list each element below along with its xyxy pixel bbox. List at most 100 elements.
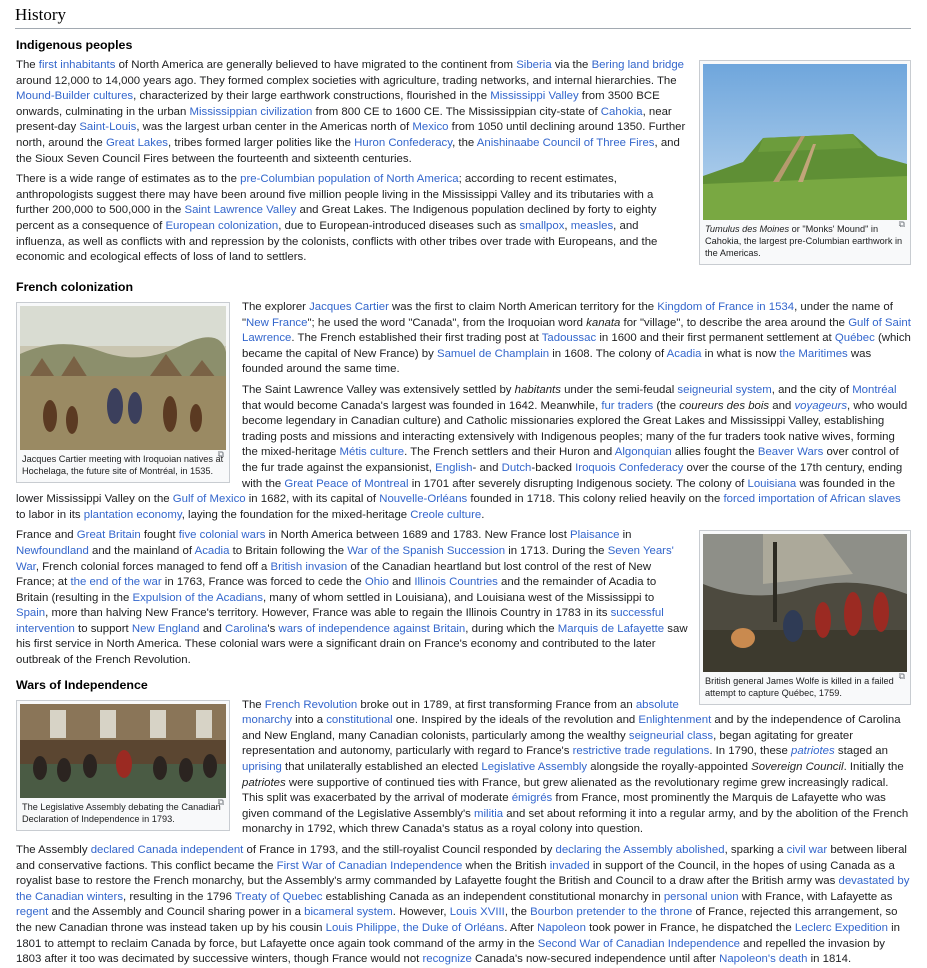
article-link[interactable]: Samuel de Champlain bbox=[437, 348, 549, 360]
article-link[interactable]: Gulf of Mexico bbox=[173, 493, 246, 505]
article-link[interactable]: declaring the Assembly abolished bbox=[556, 844, 725, 856]
article-link[interactable]: Siberia bbox=[516, 59, 551, 71]
article-link[interactable]: Marquis de Lafayette bbox=[558, 623, 664, 635]
article-link[interactable]: fur traders bbox=[601, 400, 653, 412]
article-link[interactable]: invaded bbox=[550, 860, 590, 872]
article-link[interactable]: regent bbox=[16, 906, 48, 918]
article-link[interactable]: Louisiana bbox=[748, 478, 797, 490]
article-link[interactable]: Saint Lawrence Valley bbox=[184, 204, 296, 216]
article-link[interactable]: Kingdom of France in 1534 bbox=[657, 301, 794, 313]
article-link[interactable]: Bourbon pretender to the throne bbox=[530, 906, 692, 918]
enlarge-icon[interactable]: ⧉ bbox=[218, 448, 224, 460]
article-link[interactable]: first inhabitants bbox=[39, 59, 116, 71]
article-link[interactable]: Métis culture bbox=[340, 446, 405, 458]
article-link[interactable]: seigneurial system bbox=[677, 384, 771, 396]
article-link[interactable]: restrictive trade regulations bbox=[573, 745, 710, 757]
article-link[interactable]: uprising bbox=[242, 761, 282, 773]
article-link[interactable]: bicameral system bbox=[304, 906, 393, 918]
article-link[interactable]: Leclerc Expedition bbox=[795, 922, 888, 934]
article-link[interactable]: Tadoussac bbox=[542, 332, 596, 344]
article-link[interactable]: émigrés bbox=[512, 792, 553, 804]
text-run: fought bbox=[140, 529, 179, 542]
article-link[interactable]: Newfoundland bbox=[16, 545, 89, 557]
article-link[interactable]: forced importation of African slaves bbox=[723, 493, 900, 505]
article-link[interactable]: wars of independence against Britain bbox=[278, 623, 465, 635]
article-link[interactable]: pre-Columbian population of North Americ… bbox=[240, 173, 458, 185]
article-link[interactable]: Louis Philippe, the Duke of Orléans bbox=[326, 922, 505, 934]
article-link[interactable]: Dutch bbox=[502, 462, 532, 474]
article-link[interactable]: Iroquois Confederacy bbox=[575, 462, 683, 474]
article-link[interactable]: Great Britain bbox=[77, 529, 141, 541]
monks-mound-image[interactable] bbox=[703, 64, 907, 220]
article-link[interactable]: smallpox bbox=[519, 220, 564, 232]
article-link[interactable]: New England bbox=[132, 623, 200, 635]
article-link[interactable]: Treaty of Quebec bbox=[235, 891, 323, 903]
article-link[interactable]: Beaver Wars bbox=[758, 446, 823, 458]
article-link[interactable]: First War of Canadian Independence bbox=[277, 860, 463, 872]
article-link[interactable]: Acadia bbox=[195, 545, 230, 557]
article-link[interactable]: measles bbox=[571, 220, 613, 232]
article-link[interactable]: English bbox=[435, 462, 472, 474]
article-link[interactable]: New France bbox=[246, 317, 307, 329]
article-link[interactable]: plantation economy bbox=[84, 509, 182, 521]
article-link[interactable]: British invasion bbox=[271, 561, 348, 573]
text-run: , as well as conflicts with and repressi… bbox=[16, 235, 658, 264]
article-link[interactable]: Expulsion of the Acadians bbox=[133, 592, 263, 604]
article-link[interactable]: Huron Confederacy bbox=[354, 137, 452, 149]
figure-cartier-hochelaga[interactable]: ⧉ Jacques Cartier meeting with Iroquoian … bbox=[16, 302, 230, 483]
article-link[interactable]: Plaisance bbox=[570, 529, 619, 541]
article-link[interactable]: Carolina bbox=[225, 623, 267, 635]
article-link[interactable]: Algonquian bbox=[615, 446, 672, 458]
article-link[interactable]: Mississippian civilization bbox=[190, 106, 313, 118]
article-link[interactable]: civil war bbox=[787, 844, 828, 856]
article-link[interactable]: Québec bbox=[835, 332, 875, 344]
article-link[interactable]: Mound-Builder cultures bbox=[16, 90, 133, 102]
article-link[interactable]: voyageurs bbox=[794, 400, 847, 412]
article-link[interactable]: Montréal bbox=[852, 384, 896, 396]
article-link[interactable]: Creole culture bbox=[410, 509, 481, 521]
article-link[interactable]: Acadia bbox=[667, 348, 702, 360]
article-link[interactable]: the end of the war bbox=[70, 576, 161, 588]
article-link[interactable]: European colonization bbox=[165, 220, 278, 232]
enlarge-icon[interactable]: ⧉ bbox=[899, 218, 905, 230]
enlarge-icon[interactable]: ⧉ bbox=[899, 670, 905, 682]
article-link[interactable]: Louis XVIII bbox=[450, 906, 505, 918]
article-link[interactable]: Illinois Countries bbox=[414, 576, 498, 588]
article-link[interactable]: Second War of Canadian Independence bbox=[538, 938, 740, 950]
article-link[interactable]: Napoleon bbox=[537, 922, 586, 934]
figure-monks-mound[interactable]: ⧉ Tumulus des Moines or "Monks' Mound" in… bbox=[699, 60, 911, 265]
article-link[interactable]: French Revolution bbox=[265, 699, 357, 711]
article-link[interactable]: Spain bbox=[16, 607, 45, 619]
article-link[interactable]: constitutional bbox=[326, 714, 393, 726]
article-link[interactable]: Napoleon's death bbox=[719, 953, 807, 965]
article-link[interactable]: declared Canada independent bbox=[91, 844, 244, 856]
article-link[interactable]: patriotes bbox=[791, 745, 835, 757]
article-link[interactable]: Anishinaabe Council of Three Fires bbox=[477, 137, 655, 149]
article-link[interactable]: recognize bbox=[422, 953, 471, 965]
article-link[interactable]: Great Peace of Montreal bbox=[284, 478, 408, 490]
article-link[interactable]: personal union bbox=[664, 891, 739, 903]
article-link[interactable]: Enlightenment bbox=[638, 714, 711, 726]
article-link[interactable]: Legislative Assembly bbox=[481, 761, 587, 773]
article-link[interactable]: Ohio bbox=[365, 576, 389, 588]
figure-death-of-wolfe[interactable]: ⧉ British general James Wolfe is killed i… bbox=[699, 530, 911, 706]
enlarge-icon[interactable]: ⧉ bbox=[218, 796, 224, 808]
cartier-hochelaga-image[interactable] bbox=[20, 306, 226, 450]
article-link[interactable]: seigneurial class bbox=[629, 730, 713, 742]
article-link[interactable]: Nouvelle-Orléans bbox=[379, 493, 467, 505]
article-link[interactable]: five colonial wars bbox=[179, 529, 266, 541]
article-link[interactable]: Jacques Cartier bbox=[309, 301, 389, 313]
article-link[interactable]: Saint-Louis bbox=[79, 121, 136, 133]
legislative-assembly-image[interactable] bbox=[20, 703, 226, 798]
figure-legislative-assembly[interactable]: ⧉ The Legislative Assembly debating the C… bbox=[16, 699, 230, 831]
death-of-wolfe-image[interactable] bbox=[703, 534, 907, 673]
article-link[interactable]: the Maritimes bbox=[779, 348, 847, 360]
article-link[interactable]: militia bbox=[474, 808, 503, 820]
article-link[interactable]: Great Lakes bbox=[106, 137, 168, 149]
article-link[interactable]: Mississippi Valley bbox=[490, 90, 578, 102]
article-link[interactable]: Bering land bridge bbox=[592, 59, 684, 71]
article-link[interactable]: Mexico bbox=[412, 121, 448, 133]
article-link[interactable]: War of the Spanish Succession bbox=[347, 545, 505, 557]
article-link[interactable]: Cahokia bbox=[601, 106, 643, 118]
text-run: with France, with Lafayette as bbox=[738, 890, 893, 903]
